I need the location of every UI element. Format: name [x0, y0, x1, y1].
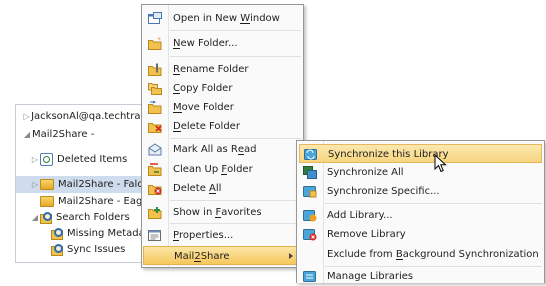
delete-folder-icon — [148, 123, 162, 133]
folder-navigation-pane: ▷ JacksonAl@qa.techtra... ◢ Mail2Share -… — [15, 104, 144, 263]
nav-mail2share-eagl-label: Mail2Share - Eagl — [58, 196, 144, 207]
menu-properties[interactable]: Properties... — [142, 226, 303, 245]
new-folder-icon — [148, 37, 162, 50]
nav-account-row[interactable]: ▷ JacksonAl@qa.techtra... — [16, 108, 144, 125]
nav-missing-metadata[interactable]: Missing Metada — [16, 225, 144, 242]
nav-mail2share-eagl[interactable]: Mail2Share - Eagl — [16, 193, 144, 210]
submenu-exclude-from-background-sync[interactable]: Exclude from Background Synchronization — [297, 245, 544, 264]
menu-show-in-favorites[interactable]: Show in Favorites — [142, 203, 303, 222]
menu-separator — [170, 56, 301, 57]
mouse-pointer-icon — [434, 154, 447, 173]
add-library-icon — [303, 210, 317, 222]
menu-open-in-new-window[interactable]: Open in New Window — [142, 9, 303, 28]
properties-icon — [148, 230, 161, 241]
remove-library-icon — [303, 229, 317, 241]
sync-all-icon — [303, 166, 317, 179]
menu-mark-all-as-read[interactable]: Mark All as Read — [142, 140, 303, 159]
nav-search-folders-label: Search Folders — [56, 212, 130, 223]
sync-library-icon — [304, 149, 317, 160]
submenu-arrow-icon — [289, 253, 293, 259]
nav-deleted-items-label: Deleted Items — [57, 154, 128, 165]
delete-all-icon — [148, 185, 162, 195]
submenu-manage-libraries[interactable]: Manage Libraries — [297, 267, 544, 286]
submenu-synchronize-this-library[interactable]: Synchronize this Library — [299, 144, 542, 163]
search-folder-icon — [40, 212, 52, 224]
menu-separator — [170, 30, 301, 31]
menu-delete-all[interactable]: Delete All — [142, 179, 303, 198]
new-window-icon — [148, 12, 162, 24]
rename-folder-icon — [148, 63, 162, 76]
mark-read-icon — [148, 143, 162, 156]
nav-mail2share-root-label: Mail2Share - — [32, 129, 95, 140]
menu-clean-up-folder[interactable]: Clean Up Folder — [142, 160, 303, 179]
submenu-remove-library[interactable]: Remove Library — [297, 225, 544, 244]
nav-mail2share-falc[interactable]: ▷ Mail2Share - Falc — [16, 176, 144, 193]
submenu-synchronize-specific[interactable]: Synchronize Specific... — [297, 182, 544, 201]
collapse-arrow-icon[interactable]: ◢ — [22, 130, 32, 139]
collapse-arrow-icon[interactable]: ◢ — [30, 213, 40, 222]
clean-up-icon — [148, 163, 162, 176]
expand-arrow-icon[interactable]: ▷ — [30, 155, 40, 164]
search-folder-icon — [51, 228, 63, 240]
submenu-synchronize-all[interactable]: Synchronize All — [297, 163, 544, 182]
folder-icon — [40, 179, 54, 190]
nav-mail2share-falc-label: Mail2Share - Falc — [58, 179, 143, 190]
nav-deleted-items[interactable]: ▷ Deleted Items — [16, 151, 144, 168]
manage-libraries-icon — [303, 271, 316, 282]
mail2share-submenu: Synchronize this Library Synchronize All… — [296, 140, 545, 283]
expand-arrow-icon[interactable]: ▷ — [30, 180, 40, 189]
deleted-items-icon — [40, 153, 53, 166]
nav-missing-metadata-label: Missing Metada — [67, 228, 144, 239]
menu-new-folder[interactable]: New Folder... — [142, 34, 303, 53]
menu-copy-folder[interactable]: Copy Folder — [142, 79, 303, 98]
nav-sync-issues-label: Sync Issues — [67, 244, 126, 255]
menu-rename-folder[interactable]: Rename Folder — [142, 60, 303, 79]
submenu-add-library[interactable]: Add Library... — [297, 206, 544, 225]
nav-search-folders[interactable]: ◢ Search Folders — [16, 209, 144, 226]
nav-account-label: JacksonAl@qa.techtra... — [31, 111, 144, 122]
menu-mail2share[interactable]: Mail2Share — [143, 246, 302, 265]
expand-arrow-icon[interactable]: ▷ — [22, 112, 31, 121]
sync-specific-icon — [303, 186, 317, 198]
menu-move-folder[interactable]: Move Folder — [142, 98, 303, 117]
move-folder-icon — [148, 101, 162, 114]
submenu-separator — [325, 203, 542, 204]
nav-sync-issues[interactable]: Sync Issues — [16, 241, 144, 258]
menu-delete-folder[interactable]: Delete Folder — [142, 117, 303, 136]
copy-folder-icon — [148, 83, 162, 95]
favorites-icon — [148, 207, 162, 219]
menu-separator — [170, 138, 301, 139]
menu-separator — [170, 200, 301, 201]
nav-mail2share-root[interactable]: ◢ Mail2Share - — [16, 126, 144, 143]
menu-separator — [170, 223, 301, 224]
folder-icon — [40, 196, 54, 207]
folder-context-menu: Open in New Window New Folder... Rename … — [141, 4, 304, 268]
search-folder-icon — [51, 244, 63, 256]
